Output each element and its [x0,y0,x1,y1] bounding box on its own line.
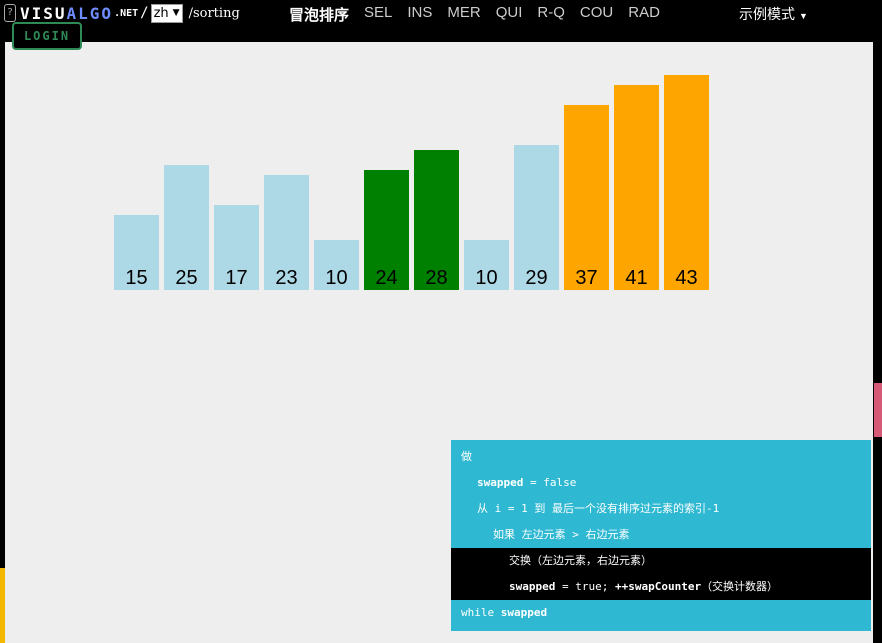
nav-item-3[interactable]: MER [447,4,480,25]
pseudocode-panel: 做 swapped = false 从 i = 1 到 最后一个没有排序过元素的索引… [451,440,871,631]
nav-item-7[interactable]: RAD [628,4,660,25]
code-line-6: while swapped [461,606,548,619]
bar-label-4: 10 [325,267,347,289]
caret-down-icon: ▼ [799,11,808,21]
bar-label-9: 37 [575,267,597,289]
side-tab-yellow[interactable] [0,568,5,643]
bar-label-7: 10 [475,267,497,289]
code-line-3: 如果 左边元素 > 右边元素 [493,528,630,541]
language-select[interactable]: zh ▼ [150,3,183,23]
code-line-2: 从 i = 1 到 最后一个没有排序过元素的索引-1 [477,502,720,515]
nav-item-2[interactable]: INS [407,4,432,25]
mode-dropdown[interactable]: 示例模式 ▼ [739,4,808,24]
bar-label-11: 43 [675,267,697,289]
logo-text: VISUALGO [20,4,113,23]
top-bar: ? VISUALGO .NET / zh ▼ /sorting 冒泡排序 SEL IN… [0,0,882,42]
site-logo[interactable]: ? VISUALGO .NET / zh ▼ /sorting [4,3,240,23]
bar-label-8: 29 [525,267,547,289]
logo-icon: ? [4,4,16,22]
bar-label-0: 15 [125,267,147,289]
nav-item-6[interactable]: COU [580,4,613,25]
bar-10 [614,85,659,290]
algorithm-nav: 冒泡排序 SEL INS MER QUI R-Q COU RAD [289,4,660,25]
bar-label-1: 25 [175,267,197,289]
bar-label-5: 24 [375,267,397,289]
bar-label-6: 28 [425,267,447,289]
nav-item-5[interactable]: R-Q [537,4,565,25]
code-line-5: swapped = true; ++swapCounter（交换计数器） [451,574,871,600]
chevron-down-icon: ▼ [172,8,180,18]
mode-label: 示例模式 [739,6,795,22]
bar-11 [664,75,709,290]
nav-item-4[interactable]: QUI [496,4,523,25]
logo-slash: / [140,5,149,21]
page-path: /sorting [188,5,240,21]
bar-label-2: 17 [225,267,247,289]
language-value: zh [153,5,169,21]
logo-text-algo: ALGO [66,3,114,23]
nav-item-0[interactable]: 冒泡排序 [289,4,349,25]
side-tab-pink[interactable] [874,383,882,437]
bar-9 [564,105,609,290]
code-line-0: 做 [461,450,472,463]
login-button[interactable]: LOGIN [12,22,82,50]
code-line-1: swapped = false [477,476,577,489]
code-line-4: 交换（左边元素，右边元素） [451,548,871,574]
nav-item-1[interactable]: SEL [364,4,392,25]
logo-text-visu: VISU [20,3,67,23]
bar-label-3: 23 [275,267,297,289]
bar-label-10: 41 [625,267,647,289]
logo-net: .NET [114,7,139,19]
